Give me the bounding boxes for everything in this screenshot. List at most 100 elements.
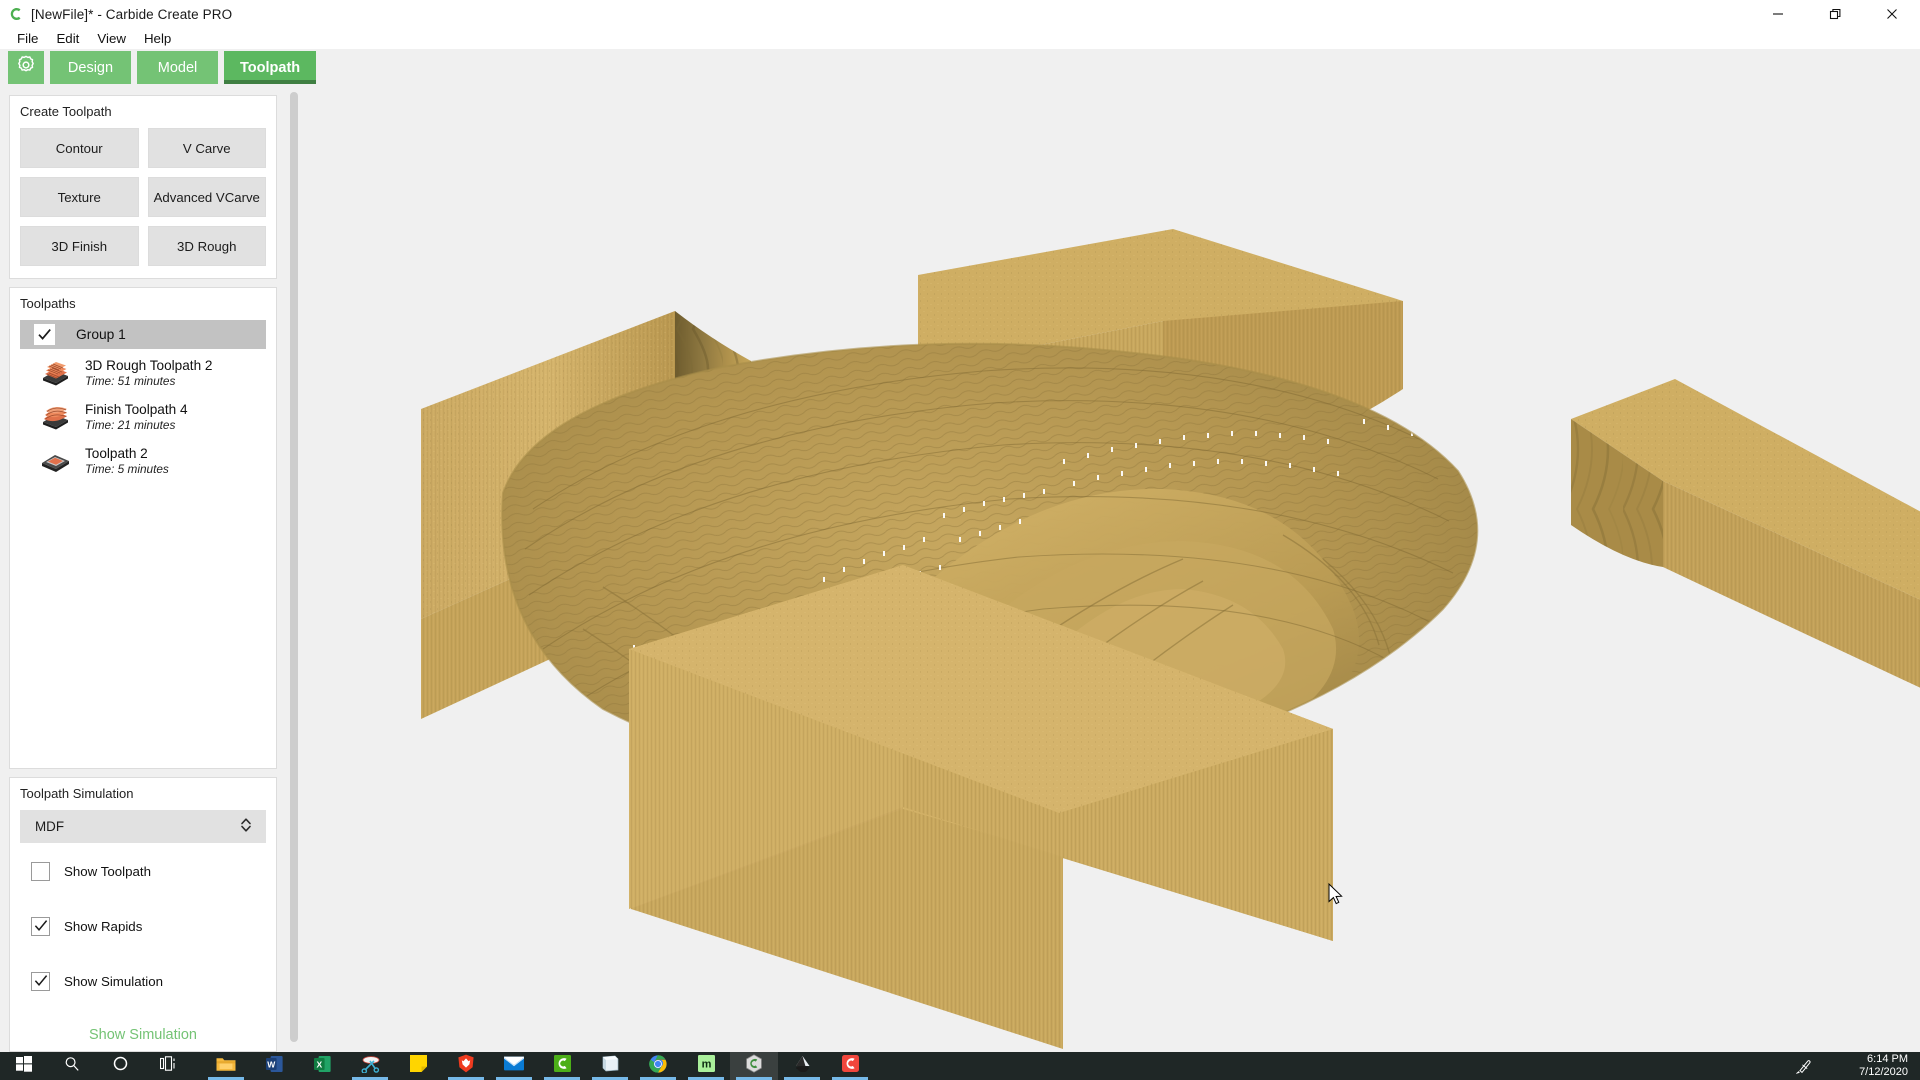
chrome-icon — [649, 1054, 667, 1078]
word-button[interactable]: W — [250, 1052, 298, 1080]
show-simulation-link[interactable]: Show Simulation — [20, 1025, 266, 1043]
toolpath-group-row[interactable]: Group 1 — [20, 320, 266, 349]
group-label: Group 1 — [76, 327, 126, 342]
group-checkbox[interactable] — [34, 324, 55, 345]
settings-button[interactable] — [8, 51, 44, 84]
carbide-hex-icon — [745, 1054, 763, 1078]
toolpath-time: Time: 5 minutes — [85, 462, 169, 476]
inkscape-button[interactable] — [778, 1052, 826, 1080]
close-button[interactable] — [1863, 0, 1920, 28]
toolpaths-title: Toolpaths — [20, 296, 76, 311]
menu-bar: File Edit View Help — [0, 28, 1920, 49]
splitter-grip[interactable] — [290, 92, 298, 1042]
search-button[interactable] — [48, 1052, 96, 1080]
show-toolpath-checkbox[interactable] — [31, 861, 50, 881]
show-simulation-checkbox-row[interactable]: Show Simulation — [20, 970, 266, 992]
mail-envelope-icon — [504, 1056, 524, 1076]
3d-rough-button[interactable]: 3D Rough — [147, 226, 266, 266]
simulation-title: Toolpath Simulation — [20, 786, 134, 801]
camtasia-button[interactable] — [826, 1052, 874, 1080]
windows-taskbar: W X m 6:14 PM 7/12/2020 — [0, 1052, 1920, 1080]
toolpath-simulation-render — [303, 89, 1920, 1052]
checkmark-icon — [34, 920, 47, 931]
meshmixer-button[interactable]: m — [682, 1052, 730, 1080]
advanced-vcarve-button[interactable]: Advanced VCarve — [147, 177, 266, 217]
toolpath-list-item[interactable]: Finish Toolpath 4 Time: 21 minutes — [20, 395, 266, 439]
toolpath-time: Time: 51 minutes — [85, 374, 176, 388]
excel-icon: X — [313, 1055, 331, 1078]
clock-date: 7/12/2020 — [1859, 1066, 1908, 1078]
start-button[interactable] — [0, 1052, 48, 1080]
toolpath-list-item[interactable]: Toolpath 2 Time: 5 minutes — [20, 439, 266, 483]
tab-design[interactable]: Design — [50, 51, 131, 84]
show-rapids-checkbox[interactable] — [31, 916, 50, 936]
toolpath-name: 3D Rough Toolpath 2 — [85, 358, 213, 373]
scissors-icon — [360, 1055, 380, 1078]
brave-lion-icon — [457, 1054, 475, 1078]
show-rapids-checkbox-row[interactable]: Show Rapids — [20, 915, 266, 937]
cortana-button[interactable] — [96, 1052, 144, 1080]
maximize-button[interactable] — [1806, 0, 1863, 28]
menu-item-edit[interactable]: Edit — [47, 28, 88, 49]
show-toolpath-checkbox-row[interactable]: Show Toolpath — [20, 860, 266, 882]
notepad-icon — [601, 1055, 620, 1077]
material-select[interactable]: MDF — [20, 810, 266, 843]
menu-item-help[interactable]: Help — [135, 28, 180, 49]
toolpath-name: Finish Toolpath 4 — [85, 402, 188, 417]
window-title: [NewFile]* - Carbide Create PRO — [31, 6, 233, 22]
minimize-button[interactable] — [1749, 0, 1806, 28]
toolpath-simulation-panel: Toolpath Simulation MDF Show Toolpath Sh… — [9, 777, 277, 1052]
folder-icon — [216, 1055, 236, 1077]
carbide-c-logo-icon — [8, 6, 24, 22]
windows-logo-icon — [16, 1055, 32, 1077]
task-view-icon — [159, 1056, 177, 1076]
texture-button[interactable]: Texture — [20, 177, 139, 217]
create-toolpath-panel: Create Toolpath Contour V Carve Texture … — [9, 95, 277, 279]
toolpath-item-texts: Toolpath 2 Time: 5 minutes — [85, 445, 169, 477]
mail-button[interactable] — [490, 1052, 538, 1080]
3d-finish-toolpath-icon — [38, 402, 72, 432]
carbide-motion-button[interactable] — [538, 1052, 586, 1080]
toolpath-time: Time: 21 minutes — [85, 418, 176, 432]
contour-button[interactable]: Contour — [20, 128, 139, 168]
gear-icon — [15, 54, 37, 81]
svg-text:W: W — [267, 1059, 276, 1069]
chrome-button[interactable] — [634, 1052, 682, 1080]
v-carve-button[interactable]: V Carve — [147, 128, 266, 168]
brave-button[interactable] — [442, 1052, 490, 1080]
green-c-icon — [553, 1055, 571, 1077]
task-view-button[interactable] — [144, 1052, 192, 1080]
show-rapids-label: Show Rapids — [64, 918, 143, 934]
updown-chevron-icon — [239, 816, 253, 837]
notepad-button[interactable] — [586, 1052, 634, 1080]
window-controls — [1749, 0, 1920, 28]
taskbar-clock[interactable]: 6:14 PM 7/12/2020 — [1859, 1052, 1908, 1080]
show-simulation-checkbox[interactable] — [31, 971, 50, 991]
checkmark-icon — [38, 329, 51, 340]
snip-sketch-button[interactable] — [346, 1052, 394, 1080]
left-sidebar: Create Toolpath Contour V Carve Texture … — [0, 89, 285, 1052]
carbide-create-button[interactable] — [730, 1052, 778, 1080]
toolpath-item-texts: Finish Toolpath 4 Time: 21 minutes — [85, 401, 188, 433]
sticky-notes-button[interactable] — [394, 1052, 442, 1080]
3d-finish-button[interactable]: 3D Finish — [20, 226, 139, 266]
file-explorer-button[interactable] — [202, 1052, 250, 1080]
mode-tab-bar: Design Model Toolpath — [0, 49, 1920, 89]
toolpaths-panel: Toolpaths Group 1 3D Rough Toolpath 2 Ti… — [9, 287, 277, 769]
toolpath-list-item[interactable]: 3D Rough Toolpath 2 Time: 51 minutes — [20, 351, 266, 395]
pen-icon[interactable] — [1795, 1058, 1812, 1079]
menu-item-file[interactable]: File — [8, 28, 47, 49]
tab-toolpath[interactable]: Toolpath — [224, 51, 317, 84]
contour-toolpath-icon — [38, 446, 72, 476]
3d-rough-toolpath-icon — [38, 358, 72, 388]
clock-time: 6:14 PM — [1867, 1053, 1908, 1065]
menu-item-view[interactable]: View — [88, 28, 135, 49]
3d-viewport[interactable] — [303, 89, 1920, 1052]
tab-model[interactable]: Model — [137, 51, 218, 84]
main-content: Create Toolpath Contour V Carve Texture … — [0, 89, 1920, 1052]
svg-text:m: m — [701, 1059, 711, 1071]
material-select-value: MDF — [35, 819, 65, 834]
sidebar-splitter[interactable] — [285, 89, 303, 1052]
excel-button[interactable]: X — [298, 1052, 346, 1080]
inkscape-icon — [793, 1055, 812, 1078]
